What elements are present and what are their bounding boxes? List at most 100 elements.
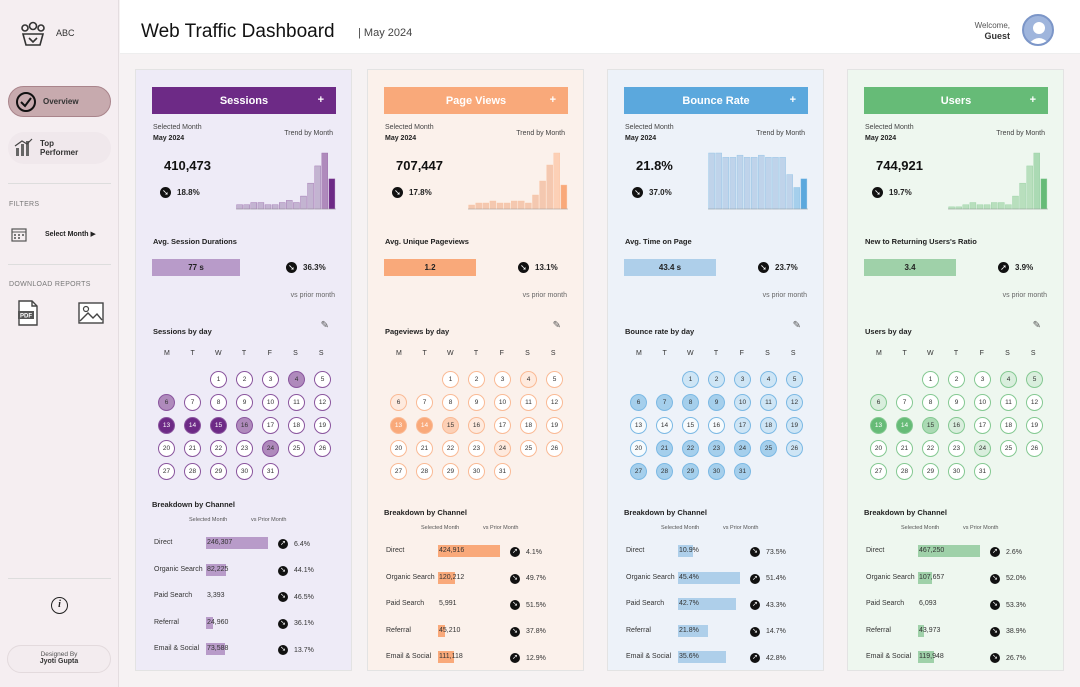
calendar-day[interactable]: 25 xyxy=(760,440,777,457)
calendar-day[interactable]: 6 xyxy=(870,394,887,411)
calendar-day[interactable]: 17 xyxy=(494,417,511,434)
calendar-day[interactable]: 27 xyxy=(870,463,887,480)
calendar-day[interactable]: 3 xyxy=(494,371,511,388)
calendar-day[interactable]: 1 xyxy=(682,371,699,388)
calendar-day[interactable]: 2 xyxy=(708,371,725,388)
calendar-day[interactable]: 18 xyxy=(1000,417,1017,434)
color-dropper-icon[interactable]: ✎ xyxy=(321,320,329,331)
calendar-day[interactable]: 20 xyxy=(870,440,887,457)
calendar-day[interactable]: 28 xyxy=(416,463,433,480)
sessions-header-button[interactable]: Sessions + xyxy=(152,87,336,114)
calendar-day[interactable]: 28 xyxy=(896,463,913,480)
calendar-day[interactable]: 2 xyxy=(468,371,485,388)
calendar-day[interactable]: 8 xyxy=(210,394,227,411)
calendar-day[interactable]: 31 xyxy=(974,463,991,480)
calendar-day[interactable]: 9 xyxy=(708,394,725,411)
user-avatar[interactable] xyxy=(1022,14,1054,46)
calendar-day[interactable]: 18 xyxy=(288,417,305,434)
month-filter[interactable]: Select Month ▶ xyxy=(11,226,111,242)
calendar-day[interactable]: 12 xyxy=(786,394,803,411)
calendar-day[interactable]: 5 xyxy=(314,371,331,388)
info-button[interactable]: i xyxy=(51,597,68,614)
calendar-day[interactable]: 11 xyxy=(1000,394,1017,411)
calendar-day[interactable]: 21 xyxy=(184,440,201,457)
calendar-day[interactable]: 13 xyxy=(390,417,407,434)
calendar-day[interactable]: 10 xyxy=(734,394,751,411)
calendar-day[interactable]: 7 xyxy=(416,394,433,411)
calendar-day[interactable]: 26 xyxy=(546,440,563,457)
calendar-day[interactable]: 13 xyxy=(870,417,887,434)
calendar-day[interactable]: 20 xyxy=(630,440,647,457)
calendar-day[interactable]: 1 xyxy=(210,371,227,388)
users-header-button[interactable]: Users + xyxy=(864,87,1048,114)
calendar-day[interactable]: 23 xyxy=(708,440,725,457)
calendar-day[interactable]: 12 xyxy=(1026,394,1043,411)
calendar-day[interactable]: 21 xyxy=(656,440,673,457)
calendar-day[interactable]: 6 xyxy=(630,394,647,411)
calendar-day[interactable]: 28 xyxy=(184,463,201,480)
calendar-day[interactable]: 15 xyxy=(922,417,939,434)
calendar-day[interactable]: 31 xyxy=(262,463,279,480)
calendar-day[interactable]: 16 xyxy=(948,417,965,434)
calendar-day[interactable]: 31 xyxy=(734,463,751,480)
calendar-day[interactable]: 26 xyxy=(786,440,803,457)
calendar-day[interactable]: 8 xyxy=(922,394,939,411)
calendar-day[interactable]: 26 xyxy=(1026,440,1043,457)
pageviews-header-button[interactable]: Page Views + xyxy=(384,87,568,114)
calendar-day[interactable]: 20 xyxy=(390,440,407,457)
calendar-day[interactable]: 20 xyxy=(158,440,175,457)
calendar-day[interactable]: 23 xyxy=(948,440,965,457)
calendar-day[interactable]: 9 xyxy=(948,394,965,411)
calendar-day[interactable]: 1 xyxy=(442,371,459,388)
calendar-day[interactable]: 28 xyxy=(656,463,673,480)
calendar-day[interactable]: 7 xyxy=(656,394,673,411)
calendar-day[interactable]: 24 xyxy=(262,440,279,457)
calendar-day[interactable]: 19 xyxy=(1026,417,1043,434)
calendar-day[interactable]: 29 xyxy=(210,463,227,480)
color-dropper-icon[interactable]: ✎ xyxy=(793,320,801,331)
calendar-day[interactable]: 30 xyxy=(948,463,965,480)
calendar-day[interactable]: 19 xyxy=(546,417,563,434)
calendar-day[interactable]: 11 xyxy=(288,394,305,411)
calendar-day[interactable]: 10 xyxy=(974,394,991,411)
calendar-day[interactable]: 22 xyxy=(682,440,699,457)
nav-top-performer-button[interactable]: Top Performer xyxy=(8,132,111,164)
calendar-day[interactable]: 10 xyxy=(494,394,511,411)
calendar-day[interactable]: 27 xyxy=(630,463,647,480)
calendar-day[interactable]: 29 xyxy=(442,463,459,480)
calendar-day[interactable]: 7 xyxy=(896,394,913,411)
calendar-day[interactable]: 3 xyxy=(974,371,991,388)
calendar-day[interactable]: 8 xyxy=(682,394,699,411)
calendar-day[interactable]: 10 xyxy=(262,394,279,411)
calendar-day[interactable]: 9 xyxy=(468,394,485,411)
calendar-day[interactable]: 13 xyxy=(630,417,647,434)
calendar-day[interactable]: 15 xyxy=(682,417,699,434)
calendar-day[interactable]: 19 xyxy=(314,417,331,434)
calendar-day[interactable]: 3 xyxy=(262,371,279,388)
calendar-day[interactable]: 3 xyxy=(734,371,751,388)
color-dropper-icon[interactable]: ✎ xyxy=(1033,320,1041,331)
calendar-day[interactable]: 23 xyxy=(236,440,253,457)
calendar-day[interactable]: 15 xyxy=(210,417,227,434)
calendar-day[interactable]: 31 xyxy=(494,463,511,480)
calendar-day[interactable]: 16 xyxy=(708,417,725,434)
calendar-day[interactable]: 6 xyxy=(390,394,407,411)
bouncerate-header-button[interactable]: Bounce Rate + xyxy=(624,87,808,114)
calendar-day[interactable]: 1 xyxy=(922,371,939,388)
calendar-day[interactable]: 14 xyxy=(896,417,913,434)
calendar-day[interactable]: 30 xyxy=(468,463,485,480)
calendar-day[interactable]: 24 xyxy=(494,440,511,457)
calendar-day[interactable]: 14 xyxy=(184,417,201,434)
calendar-day[interactable]: 12 xyxy=(546,394,563,411)
calendar-day[interactable]: 11 xyxy=(760,394,777,411)
download-pdf-button[interactable]: PDF xyxy=(17,300,39,326)
calendar-day[interactable]: 4 xyxy=(520,371,537,388)
calendar-day[interactable]: 26 xyxy=(314,440,331,457)
calendar-day[interactable]: 15 xyxy=(442,417,459,434)
calendar-day[interactable]: 17 xyxy=(262,417,279,434)
calendar-day[interactable]: 30 xyxy=(236,463,253,480)
calendar-day[interactable]: 5 xyxy=(1026,371,1043,388)
calendar-day[interactable]: 27 xyxy=(158,463,175,480)
calendar-day[interactable]: 29 xyxy=(922,463,939,480)
calendar-day[interactable]: 9 xyxy=(236,394,253,411)
